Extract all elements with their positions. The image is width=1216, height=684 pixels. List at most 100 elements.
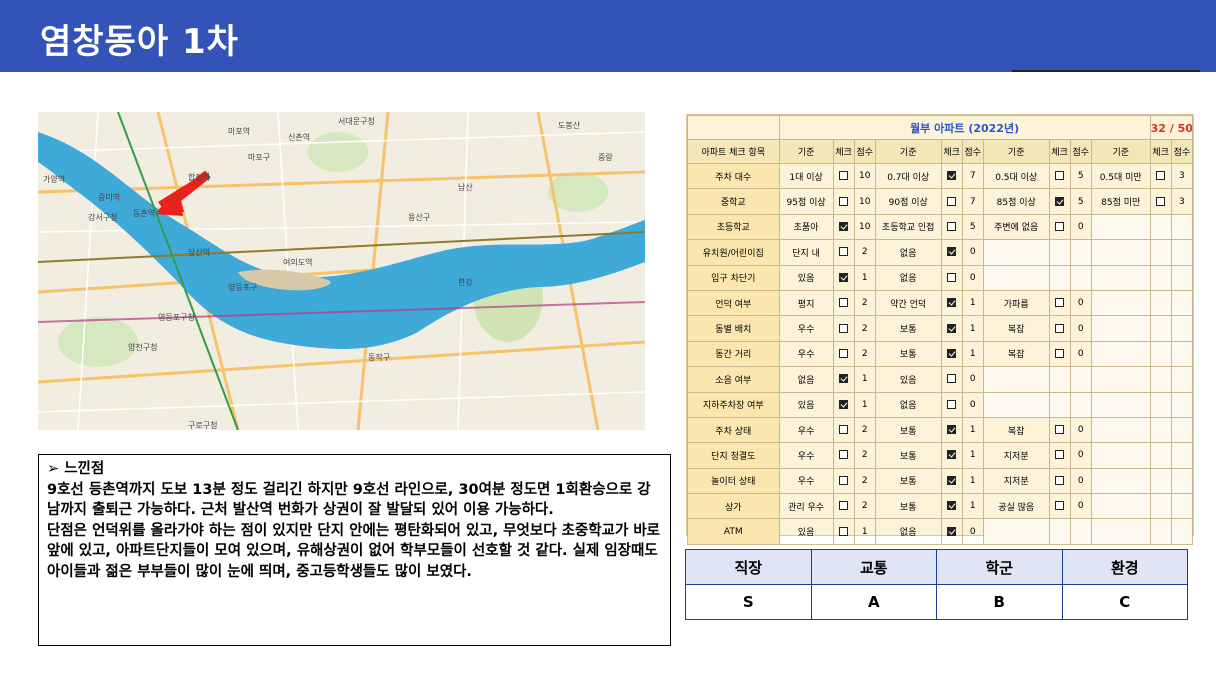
unchecked-checkbox-icon[interactable]	[947, 374, 957, 384]
unchecked-checkbox-icon[interactable]	[1055, 323, 1065, 333]
checked-checkbox-icon[interactable]	[947, 425, 957, 435]
points-value: 3	[1170, 162, 1194, 190]
empty-cell	[1149, 289, 1172, 317]
criteria-label: 가파름	[982, 289, 1050, 317]
check-cell	[832, 467, 855, 495]
unchecked-checkbox-icon[interactable]	[1055, 450, 1065, 460]
checked-checkbox-icon[interactable]	[839, 221, 849, 231]
criteria-label: 있음	[874, 366, 942, 393]
criteria-label: 관리 우수	[778, 493, 834, 520]
checklist-table: 월부 아파트 (2022년)32 / 50 점아파트 체크 항목기준체크점수기준…	[687, 115, 1194, 545]
check-cell	[940, 289, 963, 317]
col-criteria-header: 기준	[874, 139, 942, 164]
unchecked-checkbox-icon[interactable]	[839, 196, 849, 206]
impressions-paragraph-2: 단점은 언덕위를 올라가야 하는 점이 있지만 단지 안에는 평탄화되어 있고,…	[47, 522, 661, 580]
impressions-paragraph-1: 9호선 등촌역까지 도보 13분 정도 걸리긴 하지만 9호선 라인으로, 30…	[47, 481, 651, 519]
check-cell	[832, 493, 855, 520]
unchecked-checkbox-icon[interactable]	[839, 348, 849, 358]
checked-checkbox-icon[interactable]	[947, 475, 957, 485]
criteria-label: 복잡	[982, 315, 1050, 342]
map-label: 한강	[458, 278, 473, 287]
unchecked-checkbox-icon[interactable]	[1055, 501, 1065, 511]
unchecked-checkbox-icon[interactable]	[1055, 475, 1065, 485]
checked-checkbox-icon[interactable]	[947, 171, 957, 181]
checked-checkbox-icon[interactable]	[947, 298, 957, 308]
map-label: 영등포구청	[158, 313, 195, 322]
map-label: 당산역	[188, 248, 211, 257]
checked-checkbox-icon[interactable]	[947, 348, 957, 358]
checklist-row: 동별 배치 우수 2 보통 1 복잡 0	[687, 315, 1194, 342]
checked-checkbox-icon[interactable]	[947, 501, 957, 511]
empty-cell	[1170, 315, 1194, 342]
checklist-row: 유치원/어린이집 단지 내 2 없음 0	[687, 239, 1194, 266]
unchecked-checkbox-icon[interactable]	[1156, 196, 1166, 206]
criteria-label: 85점 미만	[1090, 188, 1151, 215]
checked-checkbox-icon[interactable]	[947, 450, 957, 460]
checked-checkbox-icon[interactable]	[947, 323, 957, 333]
points-value: 1	[961, 467, 984, 495]
check-cell	[1048, 493, 1071, 520]
empty-cell	[1090, 416, 1151, 444]
map-label: 신촌역	[288, 133, 311, 142]
unchecked-checkbox-icon[interactable]	[839, 171, 849, 181]
check-cell	[940, 493, 963, 520]
unchecked-checkbox-icon[interactable]	[839, 247, 849, 257]
unchecked-checkbox-icon[interactable]	[1055, 171, 1065, 181]
unchecked-checkbox-icon[interactable]	[947, 272, 957, 282]
checklist-row: 상가 관리 우수 2 보통 1 공실 많음 0	[687, 493, 1194, 520]
criteria-label: 초품아	[778, 213, 834, 241]
empty-cell	[1090, 340, 1151, 368]
checked-checkbox-icon[interactable]	[947, 526, 957, 536]
checked-checkbox-icon[interactable]	[839, 374, 849, 384]
check-cell	[1048, 467, 1071, 495]
unchecked-checkbox-icon[interactable]	[947, 399, 957, 409]
unchecked-checkbox-icon[interactable]	[1055, 221, 1065, 231]
col-points-header: 점수	[961, 139, 984, 164]
checklist-row: 동간 거리 우수 2 보통 1 복잡 0	[687, 340, 1194, 368]
unchecked-checkbox-icon[interactable]	[1156, 171, 1166, 181]
checklist-item-label: 주차 대수	[687, 162, 780, 190]
empty-cell	[1170, 416, 1194, 444]
points-value: 1	[853, 518, 876, 545]
checked-checkbox-icon[interactable]	[839, 399, 849, 409]
checklist-item-label: 지하주차장 여부	[687, 391, 780, 418]
empty-cell	[982, 264, 1050, 291]
unchecked-checkbox-icon[interactable]	[1055, 425, 1065, 435]
map-label: 등촌역	[133, 209, 156, 218]
criteria-label: 없음	[874, 239, 942, 266]
empty-cell	[1170, 467, 1194, 495]
points-value: 0	[961, 366, 984, 393]
points-value: 0	[1069, 442, 1092, 469]
unchecked-checkbox-icon[interactable]	[839, 501, 849, 511]
rating-value-school: B	[936, 584, 1063, 620]
points-value: 2	[853, 315, 876, 342]
unchecked-checkbox-icon[interactable]	[839, 425, 849, 435]
unchecked-checkbox-icon[interactable]	[839, 526, 849, 536]
check-cell	[940, 366, 963, 393]
checked-checkbox-icon[interactable]	[947, 247, 957, 257]
unchecked-checkbox-icon[interactable]	[1055, 348, 1065, 358]
unchecked-checkbox-icon[interactable]	[839, 475, 849, 485]
impressions-box: ➢ 느낀점 9호선 등촌역까지 도보 13분 정도 걸리긴 하지만 9호선 라인…	[38, 454, 671, 646]
unchecked-checkbox-icon[interactable]	[947, 221, 957, 231]
empty-cell	[982, 518, 1050, 545]
empty-cell	[1170, 366, 1194, 393]
checked-checkbox-icon[interactable]	[1055, 196, 1065, 206]
checked-checkbox-icon[interactable]	[839, 272, 849, 282]
unchecked-checkbox-icon[interactable]	[839, 323, 849, 333]
unchecked-checkbox-icon[interactable]	[839, 298, 849, 308]
header-spacer	[687, 115, 780, 140]
points-value: 1	[961, 416, 984, 444]
unchecked-checkbox-icon[interactable]	[839, 450, 849, 460]
unchecked-checkbox-icon[interactable]	[947, 196, 957, 206]
location-map[interactable]: 서대문구청 마포구 마포역 영등포구 강서구청 양천구청 구로구청 용산구 동작…	[38, 112, 645, 430]
unchecked-checkbox-icon[interactable]	[1055, 298, 1065, 308]
check-cell	[1048, 315, 1071, 342]
check-cell	[832, 416, 855, 444]
criteria-label: 95점 이상	[778, 188, 834, 215]
checklist-item-label: 단지 청결도	[687, 442, 780, 469]
check-cell	[832, 340, 855, 368]
rating-table: 직장 교통 학군 환경 S A B C	[685, 549, 1188, 620]
col-points-header: 점수	[1170, 139, 1194, 164]
check-cell	[832, 442, 855, 469]
